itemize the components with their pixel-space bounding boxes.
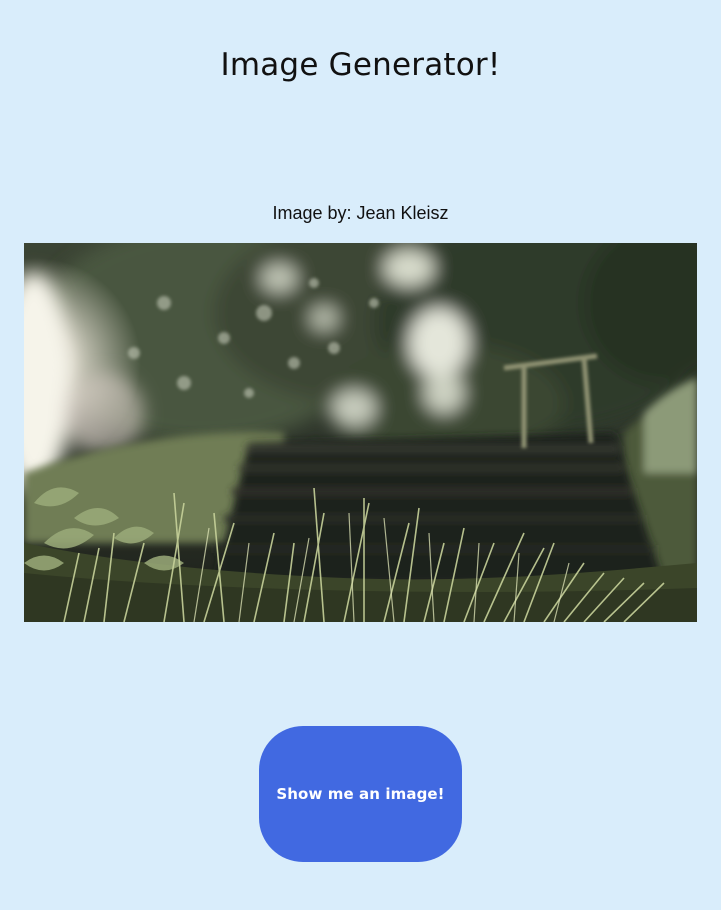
generated-image xyxy=(24,243,697,622)
generated-image-art xyxy=(24,243,697,622)
page-title: Image Generator! xyxy=(220,47,501,83)
image-credit: Image by: Jean Kleisz xyxy=(272,203,449,223)
show-image-button[interactable]: Show me an image! xyxy=(259,726,462,862)
